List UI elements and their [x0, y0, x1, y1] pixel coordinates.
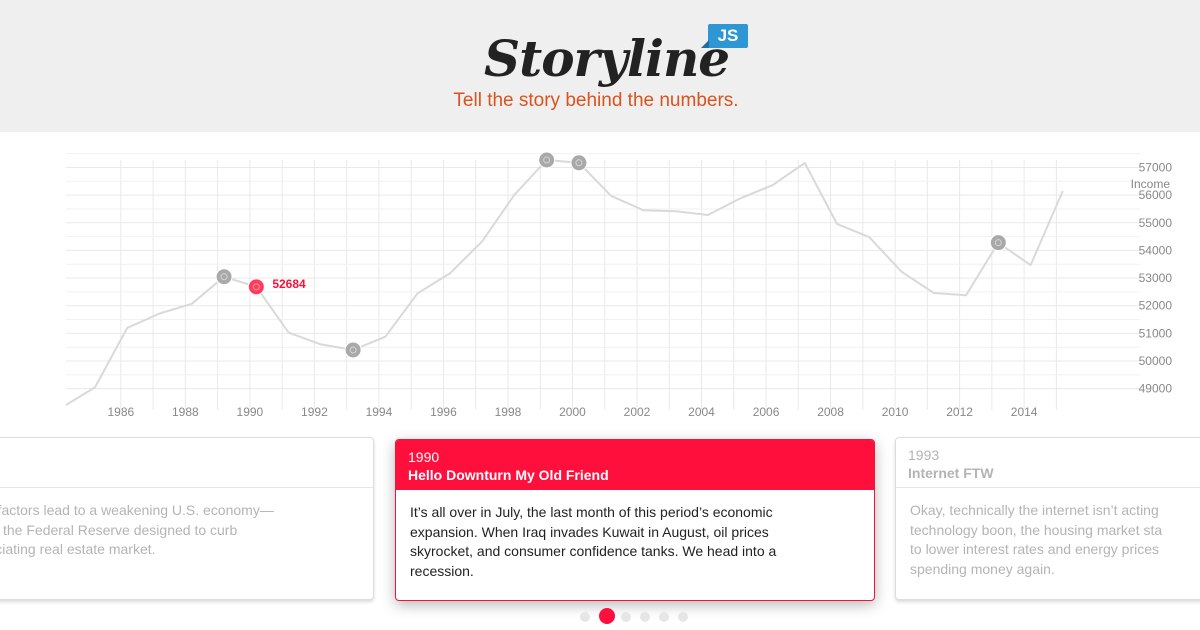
y-tick-label: 49000 — [1139, 382, 1173, 396]
y-tick-label: 55000 — [1139, 216, 1173, 230]
highlight-value-label: 52684 — [272, 277, 306, 291]
story-card-previous[interactable]: om ing factors lead to a weakening U.S. … — [0, 437, 374, 600]
y-tick-label: 51000 — [1139, 326, 1173, 340]
x-tick-label: 2012 — [946, 405, 973, 419]
x-tick-label: 2010 — [882, 405, 909, 419]
story-card-body: Okay, technically the internet isn’t act… — [910, 502, 1163, 577]
chart-markers: 52684 — [215, 151, 1007, 359]
pagination-dot[interactable] — [580, 612, 590, 622]
story-card-title: om — [0, 447, 361, 466]
story-point-marker — [344, 341, 362, 359]
pagination-dot[interactable] — [659, 612, 669, 622]
story-card-active[interactable]: 1990 Hello Downturn My Old Friend It’s a… — [395, 439, 875, 601]
story-card-header: om — [0, 438, 373, 488]
x-tick-label: 1996 — [430, 405, 457, 419]
story-card-title: Hello Downturn My Old Friend — [408, 467, 609, 483]
x-tick-label: 1986 — [107, 405, 134, 419]
chart-x-tick-labels: 1986 1988 1990 1992 1994 1996 1998 2000 2002 2004… — [107, 405, 1037, 419]
pagination-dots — [580, 608, 690, 624]
logo-js-badge: JS — [701, 24, 748, 48]
pagination-dot[interactable] — [621, 612, 631, 622]
story-card-year: 1990 — [408, 449, 440, 465]
story-point-marker — [570, 154, 588, 172]
x-tick-label: 2014 — [1011, 405, 1038, 419]
story-card-header: 1993 Internet FTW — [896, 438, 1200, 488]
story-card-body: It’s all over in July, the last month of… — [410, 504, 777, 579]
story-point-marker — [215, 268, 233, 286]
story-card-year: 1993 — [908, 447, 940, 463]
story-card-body: ing factors lead to a weakening U.S. eco… — [0, 502, 274, 557]
x-tick-label: 1992 — [301, 405, 328, 419]
x-tick-label: 2004 — [688, 405, 715, 419]
x-tick-label: 1990 — [237, 405, 264, 419]
pagination-dot-active[interactable] — [599, 608, 615, 624]
pagination-dot[interactable] — [640, 612, 650, 622]
x-tick-label: 2002 — [624, 405, 651, 419]
income-line-chart: 4900050000510005200053000540005500056000… — [65, 151, 1173, 419]
tagline: Tell the story behind the numbers. — [453, 90, 739, 111]
y-tick-label: 50000 — [1139, 354, 1173, 368]
y-tick-label: 52000 — [1139, 299, 1173, 313]
story-card-next[interactable]: 1993 Internet FTW Okay, technically the … — [895, 437, 1200, 600]
y-tick-label: 57000 — [1139, 160, 1173, 174]
x-tick-label: 2008 — [817, 405, 844, 419]
income-series-line — [65, 159, 1064, 406]
x-tick-label: 1988 — [172, 405, 199, 419]
x-tick-label: 1994 — [366, 405, 393, 419]
story-point-marker — [989, 234, 1007, 252]
story-card-header: 1990 Hello Downturn My Old Friend — [396, 440, 874, 490]
x-tick-label: 2006 — [753, 405, 780, 419]
story-point-marker — [538, 151, 556, 169]
chart-series — [65, 159, 1064, 406]
story-point-marker-active — [247, 278, 265, 296]
chart-y-tick-labels: 4900050000510005200053000540005500056000… — [1139, 160, 1173, 395]
x-tick-label: 2000 — [559, 405, 586, 419]
pagination-dot[interactable] — [678, 612, 688, 622]
story-card-title: Internet FTW — [908, 465, 994, 481]
site-header: Storyline JS Tell the story behind the n… — [0, 0, 1200, 132]
y-tick-label: 53000 — [1139, 271, 1173, 285]
y-tick-label: 54000 — [1139, 243, 1173, 257]
logo-wordmark[interactable]: Storyline — [484, 22, 730, 96]
x-tick-label: 1998 — [495, 405, 522, 419]
y-axis-label: Income — [1131, 177, 1171, 191]
